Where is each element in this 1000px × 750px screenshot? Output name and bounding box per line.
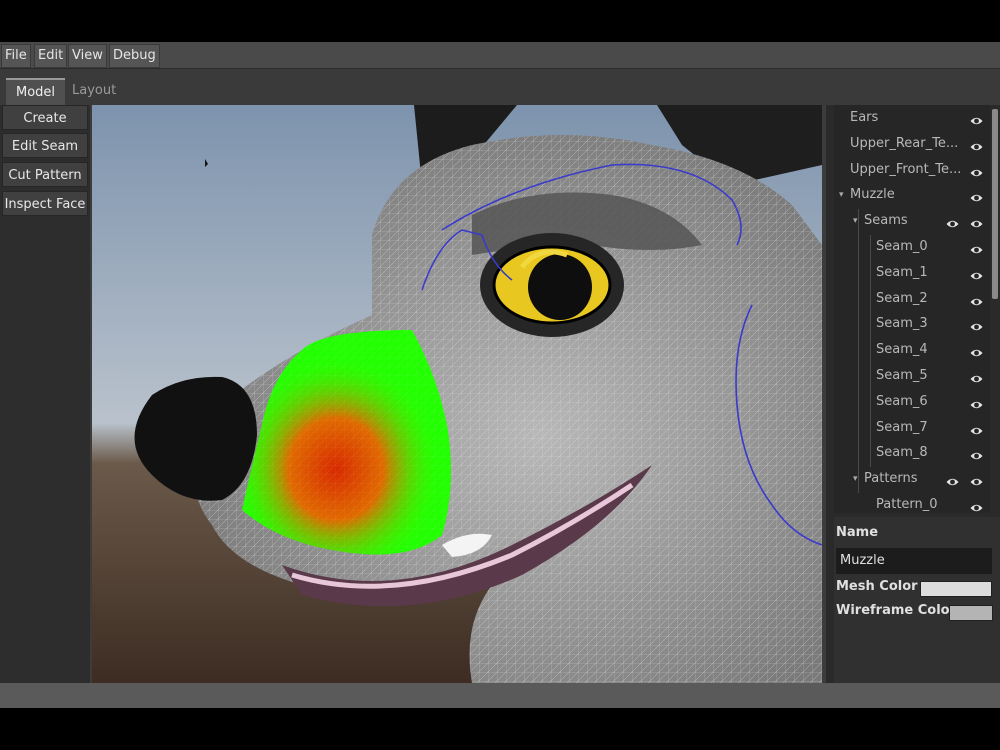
eye-icon[interactable]: [970, 189, 983, 202]
eye-icon[interactable]: [970, 473, 983, 486]
eye-icon[interactable]: [970, 164, 983, 176]
bottom-status-strip: [0, 683, 1000, 708]
tree-item-label: Seam_3: [876, 316, 928, 332]
tree-item-label: Seam_0: [876, 239, 928, 254]
properties-panel: Name Muzzle Mesh Color Wireframe Color: [834, 517, 1000, 683]
tab-bar: Model Layout: [0, 69, 1000, 106]
tree-item-label: Seam_1: [876, 264, 928, 280]
tree-item-label: Seams: [864, 213, 908, 229]
eye-icon[interactable]: [970, 112, 983, 125]
mesh-color-swatch[interactable]: [920, 581, 992, 597]
tree-item-label: Seam_8: [876, 445, 928, 461]
letterbox-top: [0, 0, 1000, 42]
app-window: File Edit View Debug Model Layout Create…: [0, 42, 1000, 708]
tree-item[interactable]: Ears: [834, 106, 990, 130]
name-label: Name: [836, 525, 879, 540]
triangle-down-icon[interactable]: ▾: [839, 183, 844, 207]
tree-item-label: Pattern_0: [876, 497, 938, 512]
eye-pupil: [528, 254, 592, 320]
tree-item-label: Seam_7: [876, 419, 928, 435]
inspect-face-button[interactable]: Inspect Face: [2, 191, 88, 216]
create-seam-button[interactable]: Create Seam: [2, 105, 88, 151]
tree-item-label: Seam_2: [876, 290, 928, 306]
tree-item[interactable]: ▾ Muzzle: [834, 183, 990, 207]
tree-item-label: Muzzle: [850, 187, 895, 203]
eye-icon[interactable]: [970, 344, 983, 357]
eye-icon[interactable]: [970, 293, 983, 305]
eye-icon[interactable]: [970, 215, 983, 228]
tree-item-label: Upper_Front_Te...: [850, 161, 962, 177]
triangle-down-icon[interactable]: ▾: [853, 467, 858, 491]
tree-item-label: Patterns: [864, 471, 918, 487]
tree-guide-line: [858, 209, 859, 493]
right-panel: Ears Upper_Rear_Te... Upper_Front_Te... ▾ Mu…: [826, 105, 1000, 683]
menu-view[interactable]: View: [68, 44, 107, 68]
eye-icon[interactable]: [970, 447, 983, 460]
wireframe-color-label: Wireframe Color: [836, 603, 957, 618]
menu-bar: File Edit View Debug: [0, 42, 1000, 69]
tool-panel: Create Seam Edit Seam Cut Pattern Inspec…: [0, 105, 90, 683]
viewport-render[interactable]: [92, 105, 822, 683]
eye-icon[interactable]: [946, 215, 959, 228]
edit-seam-button[interactable]: Edit Seam: [2, 133, 88, 158]
tree-item[interactable]: Pattern_0: [834, 493, 990, 513]
tree-item-label: Seam_4: [876, 342, 928, 358]
eye-icon[interactable]: [970, 138, 983, 151]
tree-item-label: Ears: [850, 110, 879, 125]
tree-scrollbar-thumb[interactable]: [992, 109, 998, 299]
eye-icon[interactable]: [946, 473, 959, 486]
eye-icon[interactable]: [970, 370, 983, 383]
eye-icon[interactable]: [970, 422, 983, 434]
eye-icon[interactable]: [970, 396, 983, 409]
eye-icon[interactable]: [970, 241, 983, 254]
menu-file[interactable]: File: [1, 44, 31, 68]
mesh-color-label: Mesh Color: [836, 579, 918, 594]
tree-item[interactable]: Upper_Front_Te...: [834, 158, 990, 182]
eye-icon[interactable]: [970, 318, 983, 331]
3d-viewport[interactable]: [92, 105, 822, 683]
tree-item[interactable]: Upper_Rear_Te...: [834, 132, 990, 156]
tree-guide-line: [870, 235, 871, 468]
tree-item-label: Upper_Rear_Te...: [850, 135, 959, 151]
menu-debug[interactable]: Debug: [109, 44, 160, 68]
tab-model[interactable]: Model: [6, 78, 66, 106]
scene-tree[interactable]: Ears Upper_Rear_Te... Upper_Front_Te... ▾ Mu…: [834, 105, 990, 513]
wireframe-color-swatch[interactable]: [949, 605, 993, 621]
tab-layout[interactable]: Layout: [62, 78, 126, 104]
menu-edit[interactable]: Edit: [34, 44, 68, 68]
tree-item-label: Seam_6: [876, 393, 928, 409]
cut-pattern-button[interactable]: Cut Pattern: [2, 162, 88, 187]
tree-item-label: Seam_5: [876, 368, 928, 383]
triangle-down-icon[interactable]: ▾: [853, 209, 858, 233]
name-input[interactable]: Muzzle: [836, 548, 992, 574]
letterbox-bottom: [0, 708, 1000, 750]
eye-icon[interactable]: [970, 499, 983, 512]
eye-icon[interactable]: [970, 267, 983, 280]
